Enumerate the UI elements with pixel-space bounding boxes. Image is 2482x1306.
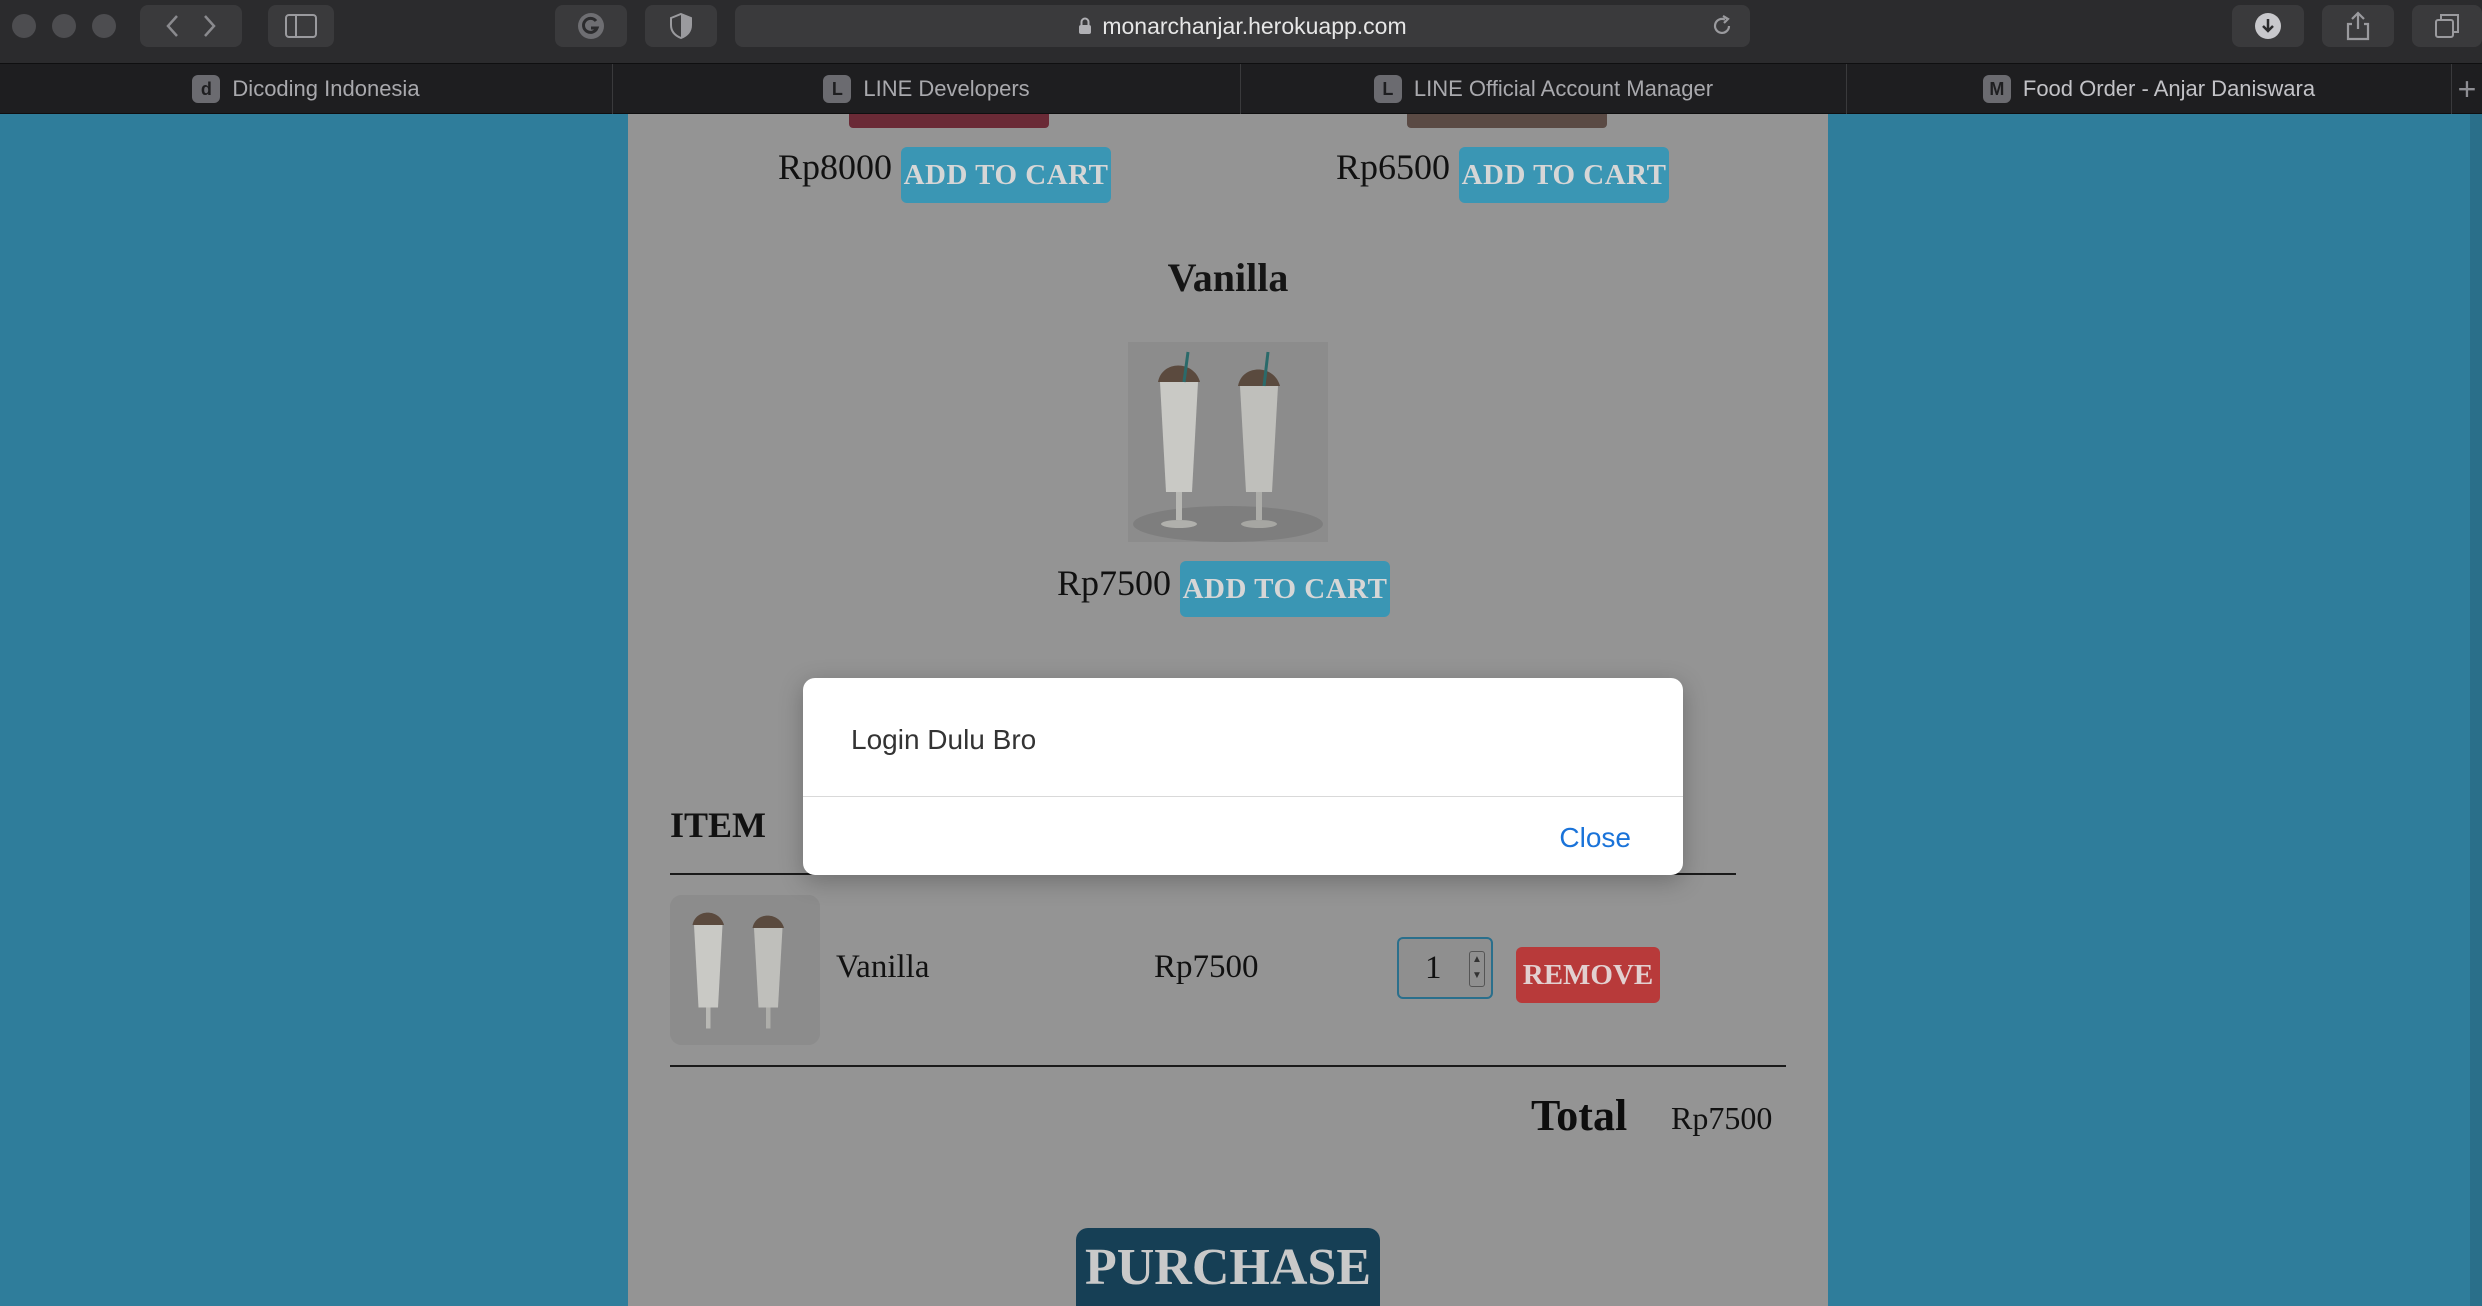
- cart-item-header: ITEM: [670, 805, 767, 845]
- remove-button[interactable]: REMOVE: [1516, 947, 1660, 1003]
- tab-line-oa-manager[interactable]: L LINE Official Account Manager: [1241, 64, 1847, 114]
- cart-item-price: Rp7500: [1154, 949, 1259, 985]
- quantity-stepper-icon[interactable]: ▲ ▼: [1469, 951, 1485, 987]
- product-price: Rp7500: [1057, 563, 1172, 603]
- product-price: Rp6500: [1336, 147, 1451, 187]
- tab-label: Dicoding Indonesia: [232, 76, 420, 101]
- tabs-icon: [2434, 13, 2460, 39]
- tab-label: Food Order - Anjar Daniswara: [2022, 76, 2316, 101]
- purchase-button[interactable]: PURCHASE: [1076, 1228, 1380, 1306]
- close-button[interactable]: Close: [1559, 822, 1631, 854]
- total-value: Rp7500: [1671, 1100, 1773, 1136]
- alert-dialog: Login Dulu Bro Close: [803, 678, 1683, 875]
- vanilla-product-image: [1128, 342, 1328, 542]
- share-icon: [2346, 11, 2370, 41]
- sidebar-icon: [285, 14, 317, 38]
- product-title: Vanilla: [1167, 255, 1289, 300]
- add-to-cart-button[interactable]: ADD TO CART: [1180, 561, 1390, 617]
- cart-item-thumbnail: [670, 895, 820, 1045]
- total-label: Total: [1531, 1091, 1628, 1140]
- zoom-window-button[interactable]: [92, 14, 116, 38]
- tab-overview-button[interactable]: [2412, 5, 2482, 47]
- line-favicon-icon: L: [1373, 75, 1402, 103]
- product-image-top-left: [849, 114, 1049, 128]
- new-tab-plus-icon[interactable]: +: [2452, 64, 2482, 114]
- tab-label: LINE Official Account Manager: [1413, 76, 1714, 101]
- back-forward-group: [140, 5, 242, 47]
- minimize-window-button[interactable]: [52, 14, 76, 38]
- sidebar-toggle-button[interactable]: [268, 5, 334, 47]
- dicoding-favicon-icon: d: [192, 75, 221, 103]
- add-to-cart-button[interactable]: ADD TO CART: [1459, 147, 1669, 203]
- cart-total-divider: [670, 1065, 1786, 1067]
- alert-divider: [803, 796, 1683, 797]
- line-favicon-icon: L: [823, 75, 852, 103]
- food-order-favicon-icon: M: [1982, 75, 2011, 103]
- grammarly-icon: [576, 11, 606, 41]
- alert-message: Login Dulu Bro: [851, 724, 1037, 755]
- reload-icon[interactable]: [1710, 14, 1734, 44]
- address-bar-url: monarchanjar.herokuapp.com: [1102, 12, 1407, 39]
- quantity-value: 1: [1425, 949, 1442, 986]
- download-icon: [2253, 11, 2283, 41]
- quantity-input[interactable]: 1 ▲ ▼: [1397, 937, 1493, 999]
- address-bar[interactable]: monarchanjar.herokuapp.com: [735, 5, 1750, 47]
- back-icon[interactable]: [165, 14, 179, 38]
- product-image-top-right: [1407, 114, 1607, 128]
- close-window-button[interactable]: [12, 14, 36, 38]
- tab-bar: d Dicoding Indonesia L LINE Developers L…: [0, 63, 2482, 114]
- privacy-extension-button[interactable]: [645, 5, 717, 47]
- grammarly-extension-button[interactable]: [555, 5, 627, 47]
- tab-line-developers[interactable]: L LINE Developers: [613, 64, 1241, 114]
- tab-dicoding[interactable]: d Dicoding Indonesia: [0, 64, 613, 114]
- forward-icon[interactable]: [203, 14, 217, 38]
- product-price: Rp8000: [778, 147, 893, 187]
- add-to-cart-button[interactable]: ADD TO CART: [901, 147, 1111, 203]
- shield-icon: [669, 12, 693, 40]
- share-button[interactable]: [2322, 5, 2394, 47]
- downloads-button[interactable]: [2232, 5, 2304, 47]
- tab-label: LINE Developers: [863, 76, 1030, 101]
- tab-food-order[interactable]: M Food Order - Anjar Daniswara: [1847, 64, 2452, 114]
- browser-toolbar: monarchanjar.herokuapp.com: [0, 0, 2482, 63]
- cart-item-name: Vanilla: [836, 949, 930, 985]
- lock-icon: [1078, 17, 1092, 35]
- scrollbar-track[interactable]: [2470, 114, 2482, 1306]
